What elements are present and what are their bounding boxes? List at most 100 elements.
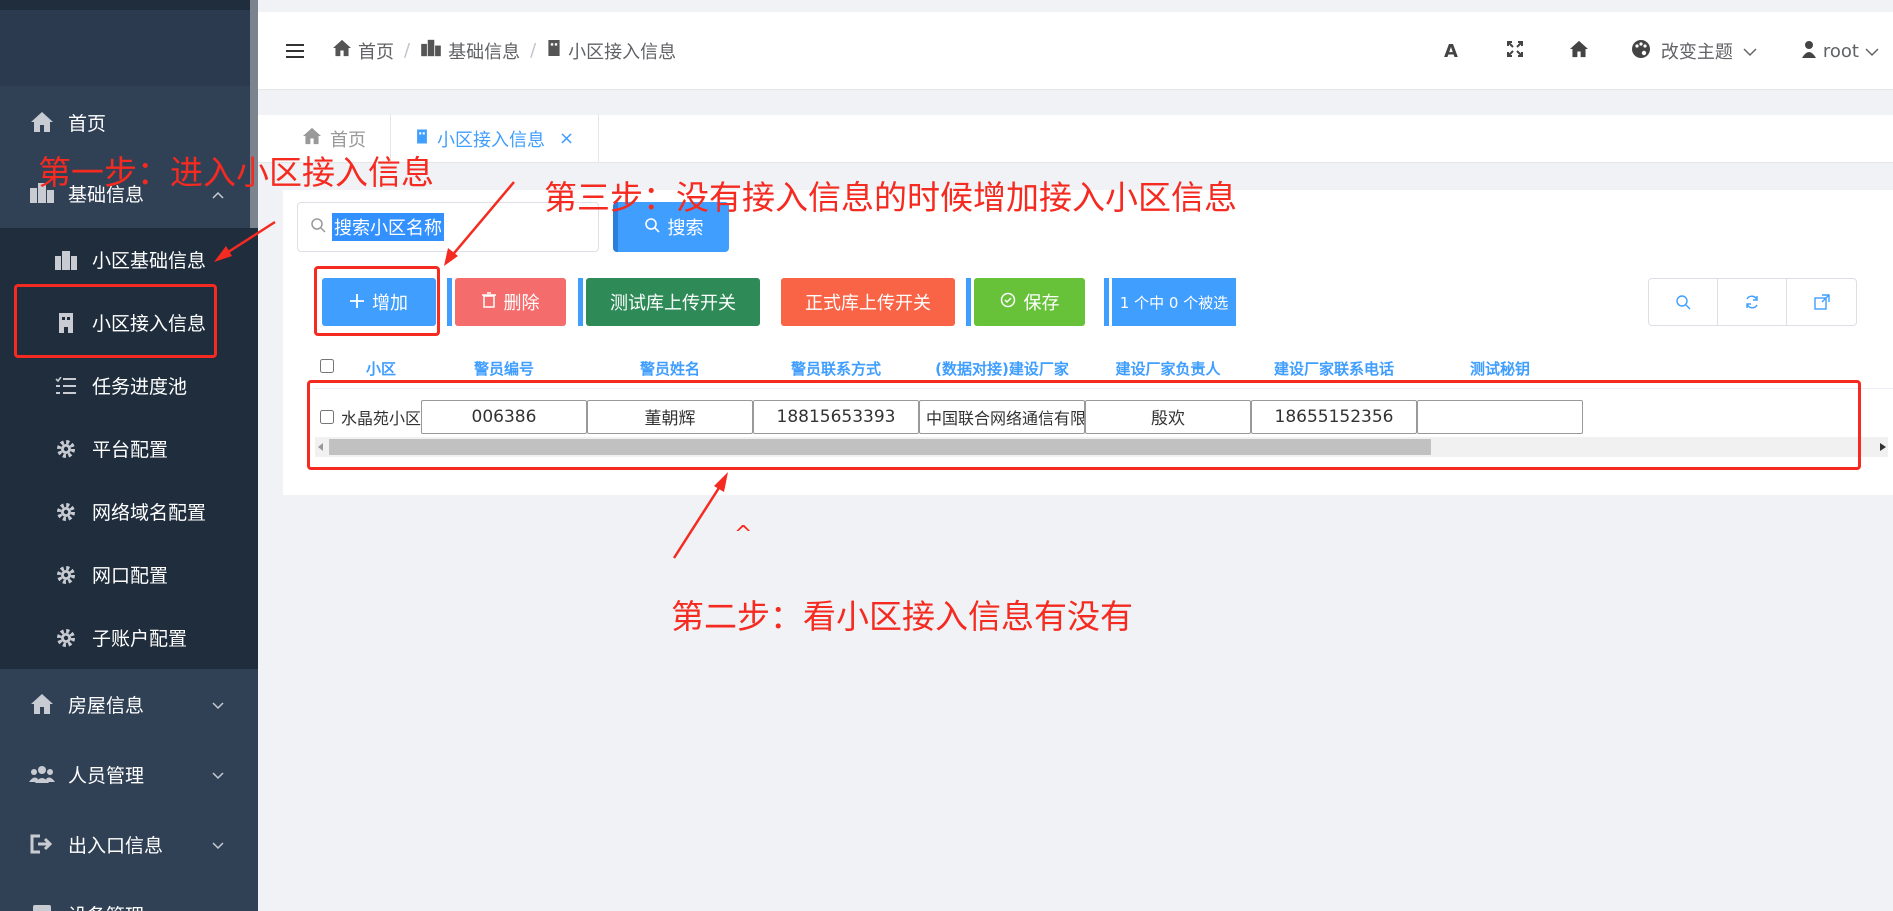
- sidebar-item-label: 出入口信息: [68, 834, 164, 857]
- sidebar-item-domain-config[interactable]: 网络域名配置: [0, 480, 258, 543]
- search-placeholder: 搜索小区名称: [332, 213, 444, 241]
- prod-upload-toggle-button[interactable]: 正式库上传开关: [781, 278, 955, 326]
- sidebar-logo: [0, 0, 258, 86]
- breadcrumb: 首页 / 基础信息 / 小区接入信息: [332, 38, 676, 64]
- column-header: 警员联系方式: [790, 359, 881, 378]
- sidebar-item-community-basic[interactable]: 小区基础信息: [0, 228, 258, 291]
- column-header: 小区: [365, 359, 396, 378]
- gear-icon: [52, 435, 80, 463]
- hamburger-icon[interactable]: [286, 37, 306, 65]
- sidebar-item-label: 子账户配置: [92, 628, 188, 650]
- column-header: 测试秘钥: [1469, 359, 1530, 378]
- header-actions: A 改变主题 root: [1419, 12, 1893, 90]
- delete-button[interactable]: 删除: [447, 278, 566, 326]
- sidebar: 首页 基础信息 小区基础信息 小区接入信息 任务进度池 平台配置 网络域名配置 …: [0, 0, 258, 911]
- annotation-box-add: [314, 266, 440, 336]
- breadcrumb-label: 基础信息: [448, 41, 521, 63]
- gear-icon: [52, 498, 80, 526]
- sidebar-item-label: 首页: [68, 112, 107, 135]
- tab-label: 小区接入信息: [437, 129, 545, 151]
- sidebar-item-house-info[interactable]: 房屋信息: [0, 669, 258, 739]
- user-menu[interactable]: root: [1801, 40, 1879, 63]
- sidebar-item-port-config[interactable]: 网口配置: [0, 543, 258, 606]
- select-all-checkbox[interactable]: [313, 359, 341, 377]
- save-button[interactable]: 保存: [966, 278, 1085, 326]
- breadcrumb-label: 小区接入信息: [568, 41, 677, 63]
- sidebar-item-label: 网口配置: [92, 565, 169, 587]
- trash-icon: [481, 291, 496, 313]
- sidebar-item-label: 网络域名配置: [92, 502, 207, 524]
- annotation-caret: ^: [734, 522, 753, 547]
- sidebar-item-label: 小区基础信息: [92, 250, 207, 272]
- sidebar-item-label: 设备管理: [68, 901, 144, 911]
- sidebar-item-label: 平台配置: [92, 439, 169, 461]
- sidebar-item-label: 人员管理: [68, 764, 145, 787]
- column-header: 建设厂家负责人: [1115, 359, 1221, 378]
- delete-button-label: 删除: [503, 293, 540, 314]
- chevron-down-icon: [212, 833, 224, 855]
- sidebar-item-entrance[interactable]: 出入口信息: [0, 809, 258, 879]
- search-icon[interactable]: [1649, 279, 1718, 325]
- annotation-step3: 第三步：没有接入信息的时候增加接入小区信息: [544, 178, 1237, 217]
- sidebar-item-platform-config[interactable]: 平台配置: [0, 417, 258, 480]
- test-upload-toggle-button[interactable]: 测试库上传开关: [578, 278, 760, 326]
- tags-bar: 首页 小区接入信息 ×: [258, 115, 1893, 163]
- sidebar-item-device[interactable]: 设备管理: [0, 879, 258, 911]
- scroll-right-icon[interactable]: [1880, 443, 1886, 451]
- annotation-box-sidebar: [14, 284, 217, 358]
- palette-icon: [1631, 39, 1651, 64]
- theme-switcher[interactable]: 改变主题: [1631, 38, 1757, 64]
- building-icon: [546, 39, 562, 62]
- sidebar-group-device: 设备管理: [0, 879, 258, 911]
- users-icon: [28, 760, 56, 788]
- save-button-label: 保存: [1023, 293, 1060, 314]
- breadcrumb-separator: /: [530, 40, 537, 61]
- sidebar-item-label: 房屋信息: [68, 694, 145, 717]
- home-icon[interactable]: [1547, 40, 1611, 63]
- check-circle-icon: [1000, 292, 1016, 313]
- breadcrumb-label: 首页: [358, 41, 394, 63]
- search-icon: [644, 217, 660, 238]
- sidebar-group-basic: 基础信息 小区基础信息 小区接入信息 任务进度池 平台配置 网络域名配置 网口配…: [0, 158, 258, 669]
- annotation-step1: 第一步：进入小区接入信息: [38, 153, 434, 192]
- annotation-box-table: [307, 380, 1861, 470]
- table-tools: [1648, 278, 1857, 326]
- theme-label: 改变主题: [1660, 42, 1733, 63]
- breadcrumb-home[interactable]: 首页: [332, 38, 394, 64]
- selection-counter: 1 个中 0 个被选: [1104, 278, 1236, 326]
- sidebar-item-subaccount-config[interactable]: 子账户配置: [0, 606, 258, 669]
- chevron-down-icon: [1743, 41, 1757, 62]
- sidebar-group-entrance: 出入口信息: [0, 809, 258, 879]
- refresh-icon[interactable]: [1718, 279, 1787, 325]
- export-icon[interactable]: [1787, 279, 1856, 325]
- annotation-step2: 第二步：看小区接入信息有没有: [671, 597, 1133, 636]
- sidebar-item-label: 任务进度池: [92, 376, 188, 398]
- fullscreen-icon[interactable]: [1483, 40, 1547, 62]
- breadcrumb-basic[interactable]: 基础信息: [420, 38, 520, 64]
- prod-upload-label: 正式库上传开关: [805, 293, 931, 314]
- device-icon: [28, 900, 56, 911]
- gear-icon: [52, 624, 80, 652]
- sidebar-item-people[interactable]: 人员管理: [0, 739, 258, 809]
- font-size-icon[interactable]: A: [1419, 41, 1483, 62]
- column-header: 建设厂家联系电话: [1273, 359, 1394, 378]
- top-header: 首页 / 基础信息 / 小区接入信息 A 改变主题 root: [258, 12, 1893, 90]
- breadcrumb-current: 小区接入信息: [546, 38, 676, 64]
- toolbar-divider: [447, 278, 452, 326]
- column-header: 警员姓名: [639, 359, 700, 378]
- chevron-down-icon: [212, 763, 224, 785]
- username: root: [1822, 40, 1859, 62]
- home-icon: [28, 690, 56, 718]
- search-icon: [310, 217, 326, 237]
- toolbar-divider: [966, 278, 971, 326]
- sign-out-icon: [28, 830, 56, 858]
- home-icon: [332, 39, 352, 62]
- city-icon: [52, 246, 80, 274]
- sidebar-group-house: 房屋信息: [0, 669, 258, 739]
- sidebar-group-people: 人员管理: [0, 739, 258, 809]
- toolbar-divider: [578, 278, 583, 326]
- column-header: 警员编号: [473, 359, 534, 378]
- sidebar-item-task-pool[interactable]: 任务进度池: [0, 354, 258, 417]
- close-icon[interactable]: ×: [559, 128, 574, 149]
- chevron-down-icon: [1865, 41, 1879, 62]
